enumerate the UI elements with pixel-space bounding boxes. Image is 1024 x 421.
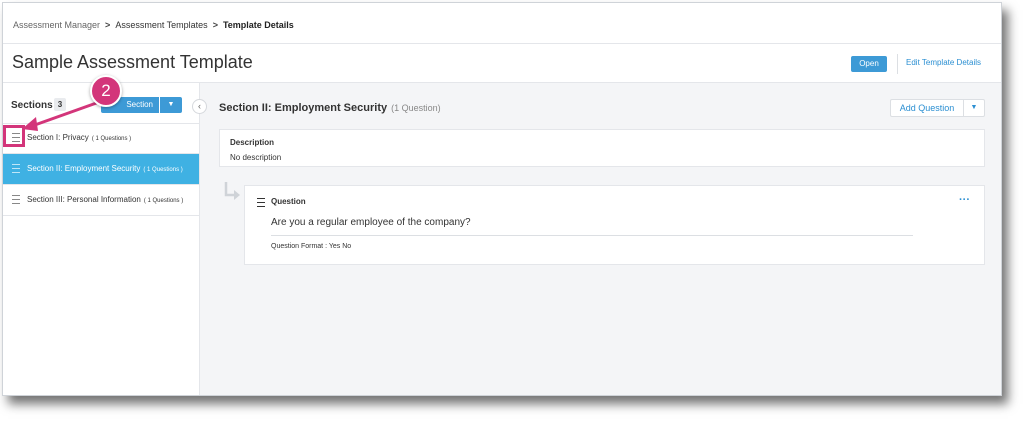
section-title-text: Section II: Employment Security <box>219 102 388 114</box>
section-title: Section II: Employment Security (1 Questi… <box>219 102 441 114</box>
title-bar: Sample Assessment Template Open Edit Tem… <box>3 44 1001 83</box>
annotation-arrow-icon <box>22 99 103 131</box>
open-button[interactable]: Open <box>851 56 887 72</box>
branch-arrow-icon <box>224 182 240 200</box>
edit-template-details-link[interactable]: Edit Template Details <box>906 58 981 67</box>
drag-handle-icon[interactable] <box>12 195 20 204</box>
description-label: Description <box>230 138 275 147</box>
section-name: Section II: Employment Security <box>27 164 141 173</box>
app-window: Assessment Manager > Assessment Templates >… <box>2 2 1002 396</box>
description-text: No description <box>230 153 282 162</box>
annotation-step-badge: 2 <box>90 75 122 107</box>
divider <box>897 54 898 74</box>
chevron-left-icon: ‹ <box>198 101 201 111</box>
drag-handle-icon[interactable] <box>257 198 265 207</box>
chevron-down-icon[interactable]: ▼ <box>963 99 985 117</box>
breadcrumb-template-details: Template Details <box>222 20 294 30</box>
section-question-count: ( 1 Questions ) <box>143 198 184 204</box>
more-options-icon[interactable]: ··· <box>959 194 970 206</box>
sidebar-item-section-2[interactable]: Section II: Employment Security( 1 Quest… <box>3 154 199 185</box>
add-question-button[interactable]: Add Question <box>890 99 963 117</box>
sidebar-item-section-3[interactable]: Section III: Personal Information( 1 Que… <box>3 185 199 216</box>
breadcrumb: Assessment Manager > Assessment Templates >… <box>13 20 294 30</box>
chevron-down-icon[interactable]: ▼ <box>160 97 182 113</box>
question-label: Question <box>271 197 306 206</box>
section-question-count: (1 Question) <box>391 103 441 113</box>
page-title: Sample Assessment Template <box>12 52 253 72</box>
breadcrumb-assessment-templates[interactable]: Assessment Templates <box>115 20 207 30</box>
question-card: Question ··· Are you a regular employee … <box>244 185 985 265</box>
drag-handle-icon[interactable] <box>12 164 20 173</box>
breadcrumb-separator: > <box>105 20 111 30</box>
collapse-sidebar-button[interactable]: ‹ <box>192 99 207 114</box>
section-name: Section III: Personal Information <box>27 195 141 204</box>
divider <box>271 235 913 236</box>
breadcrumb-separator: > <box>212 20 218 30</box>
question-format: Question Format : Yes No <box>271 243 352 250</box>
breadcrumb-assessment-manager[interactable]: Assessment Manager <box>13 20 100 30</box>
question-text: Are you a regular employee of the compan… <box>271 217 471 228</box>
section-question-count: ( 1 Questions ) <box>143 167 183 173</box>
description-card: Description No description <box>219 129 985 167</box>
top-bar: Assessment Manager > Assessment Templates >… <box>3 3 1001 44</box>
